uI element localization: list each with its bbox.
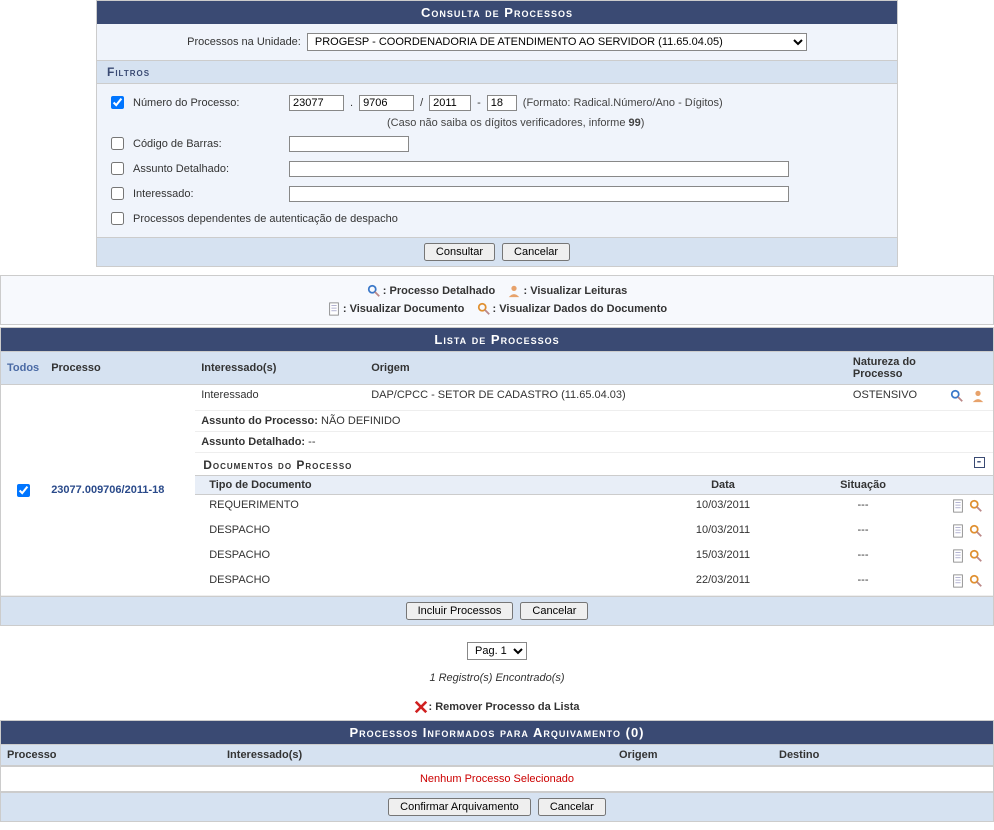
- cancelar-button[interactable]: Cancelar: [502, 243, 570, 261]
- remove-x-icon: [414, 700, 428, 714]
- numero-ano-input[interactable]: [429, 95, 471, 111]
- doc-sit: ---: [793, 570, 933, 595]
- doc-row: DESPACHO15/03/2011---: [195, 545, 993, 570]
- consultar-button[interactable]: Consultar: [424, 243, 495, 261]
- arq-col-destino: Destino: [773, 745, 973, 766]
- numero-hint: (Formato: Radical.Número/Ano - Dígitos): [523, 97, 723, 109]
- user-icon: [507, 284, 521, 298]
- col-natureza: Natureza do Processo: [847, 352, 942, 385]
- doc-data: 10/03/2011: [653, 520, 793, 545]
- view-data-icon[interactable]: [969, 554, 983, 566]
- dependentes-label: Processos dependentes de autenticação de…: [133, 213, 398, 225]
- docs-title: Documentos do Processo -: [195, 453, 993, 475]
- doc-row: DESPACHO22/03/2011---: [195, 570, 993, 595]
- detail-icon[interactable]: [950, 394, 964, 406]
- row-origem: DAP/CPCC - SETOR DE CADASTRO (11.65.04.0…: [365, 385, 847, 411]
- docs-col-sit: Situação: [793, 476, 933, 495]
- numero-hint2: (Caso não saiba os dígitos verificadores…: [387, 115, 887, 131]
- doc-tipo: REQUERIMENTO: [195, 495, 653, 521]
- view-data-icon[interactable]: [969, 504, 983, 516]
- lista-table: Todos Processo Interessado(s) Origem Nat…: [1, 351, 993, 596]
- dependentes-check[interactable]: [111, 212, 124, 225]
- interessado-check[interactable]: [111, 187, 124, 200]
- consulta-title: Consulta de Processos: [97, 1, 897, 24]
- arquiv-title: Processos Informados para Arquivamento (…: [1, 721, 993, 744]
- summary-text: 1 Registro(s) Encontrado(s): [0, 668, 994, 694]
- table-row: 23077.009706/2011-18 Interessado DAP/CPC…: [1, 385, 993, 411]
- cancelar-lista-button[interactable]: Cancelar: [520, 602, 588, 620]
- assunto-label: Assunto Detalhado:: [133, 163, 283, 175]
- view-document-icon[interactable]: [951, 504, 965, 516]
- processo-link[interactable]: 23077.009706/2011-18: [51, 484, 164, 496]
- col-origem: Origem: [365, 352, 847, 385]
- arq-col-processo: Processo: [1, 745, 221, 766]
- unidade-select[interactable]: PROGESP - COORDENADORIA DE ATENDIMENTO A…: [307, 33, 807, 51]
- docs-table: Tipo de Documento Data Situação REQUERIM…: [195, 475, 993, 595]
- doc-data: 22/03/2011: [653, 570, 793, 595]
- codigo-label: Código de Barras:: [133, 138, 283, 150]
- assunto-input[interactable]: [289, 161, 789, 177]
- magnifier-orange-icon: [477, 302, 491, 316]
- doc-data: 10/03/2011: [653, 495, 793, 521]
- numero-label: Número do Processo:: [133, 97, 283, 109]
- codigo-check[interactable]: [111, 137, 124, 150]
- interessado-label: Interessado:: [133, 188, 283, 200]
- collapse-icon[interactable]: -: [974, 457, 985, 468]
- numero-check[interactable]: [111, 96, 124, 109]
- document-icon: [327, 302, 341, 316]
- arq-col-interessados: Interessado(s): [221, 745, 613, 766]
- arquiv-table: Processo Interessado(s) Origem Destino: [1, 744, 993, 766]
- col-processo: Processo: [45, 352, 195, 385]
- cancelar-arquiv-button[interactable]: Cancelar: [538, 798, 606, 816]
- pager-select[interactable]: Pag. 1: [467, 642, 527, 660]
- doc-sit: ---: [793, 545, 933, 570]
- incluir-button[interactable]: Incluir Processos: [406, 602, 514, 620]
- doc-row: REQUERIMENTO10/03/2011---: [195, 495, 993, 521]
- row-select-check[interactable]: [17, 484, 30, 497]
- doc-row: DESPACHO10/03/2011---: [195, 520, 993, 545]
- view-document-icon[interactable]: [951, 554, 965, 566]
- doc-tipo: DESPACHO: [195, 570, 653, 595]
- interessado-input[interactable]: [289, 186, 789, 202]
- doc-sit: ---: [793, 520, 933, 545]
- doc-sit: ---: [793, 495, 933, 521]
- codigo-input[interactable]: [289, 136, 409, 152]
- doc-tipo: DESPACHO: [195, 545, 653, 570]
- magnifier-icon: [367, 284, 381, 298]
- view-data-icon[interactable]: [969, 579, 983, 591]
- doc-data: 15/03/2011: [653, 545, 793, 570]
- arquiv-panel: Processos Informados para Arquivamento (…: [0, 720, 994, 822]
- col-interessados: Interessado(s): [195, 352, 365, 385]
- consulta-panel: Consulta de Processos Processos na Unida…: [96, 0, 898, 267]
- pager: Pag. 1: [0, 634, 994, 668]
- numero-dig-input[interactable]: [487, 95, 517, 111]
- arq-col-origem: Origem: [613, 745, 773, 766]
- row-interessado: Interessado: [195, 385, 365, 411]
- unidade-label: Processos na Unidade:: [187, 36, 301, 48]
- numero-radical-input[interactable]: [289, 95, 344, 111]
- numero-num-input[interactable]: [359, 95, 414, 111]
- docs-col-data: Data: [653, 476, 793, 495]
- view-document-icon[interactable]: [951, 529, 965, 541]
- col-todos[interactable]: Todos: [1, 352, 45, 385]
- remove-legend: : Remover Processo da Lista: [0, 694, 994, 720]
- confirmar-button[interactable]: Confirmar Arquivamento: [388, 798, 531, 816]
- view-data-icon[interactable]: [969, 529, 983, 541]
- filtros-title: Filtros: [97, 60, 897, 84]
- assunto-check[interactable]: [111, 162, 124, 175]
- legend-bar: : Processo Detalhado : Visualizar Leitur…: [0, 275, 994, 325]
- leituras-icon[interactable]: [971, 394, 985, 406]
- lista-title: Lista de Processos: [1, 328, 993, 351]
- lista-panel: Lista de Processos Todos Processo Intere…: [0, 327, 994, 626]
- docs-col-tipo: Tipo de Documento: [195, 476, 653, 495]
- arquiv-nodata: Nenhum Processo Selecionado: [1, 766, 993, 792]
- doc-tipo: DESPACHO: [195, 520, 653, 545]
- row-natureza: OSTENSIVO: [847, 385, 942, 411]
- view-document-icon[interactable]: [951, 579, 965, 591]
